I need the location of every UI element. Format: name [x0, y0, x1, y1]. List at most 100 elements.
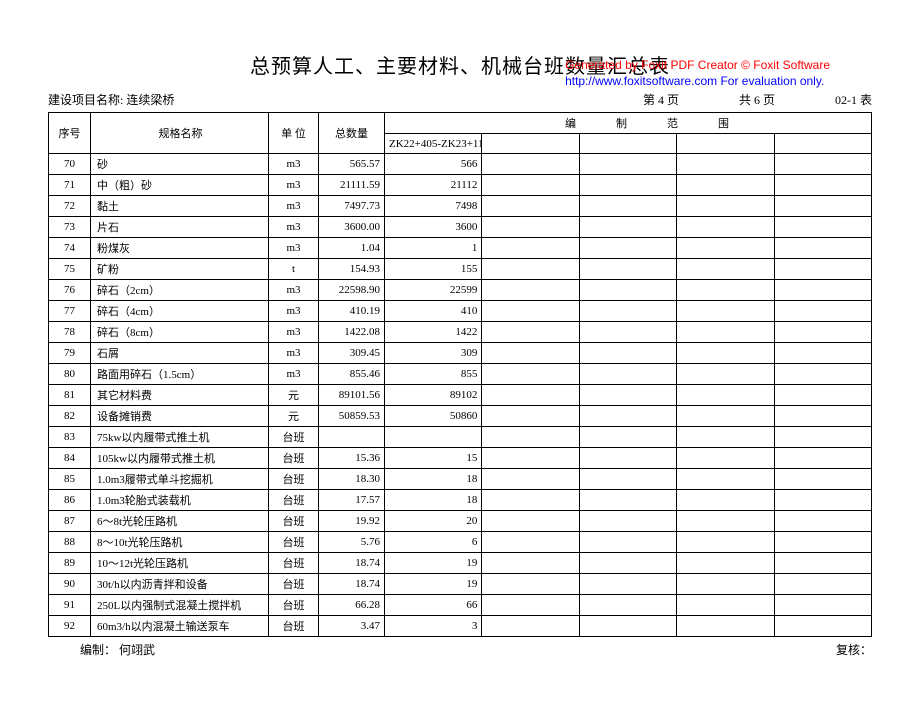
cell-total: [319, 427, 385, 448]
cell-name: 1.0m3轮胎式装载机: [91, 490, 269, 511]
cell-empty: [774, 574, 871, 595]
cell-total: 18.30: [319, 469, 385, 490]
cell-empty: [677, 280, 774, 301]
cell-seq: 79: [49, 343, 91, 364]
col-scope-header: ZK22+405-ZK23+115: [385, 134, 482, 154]
table-row: 81其它材料费元89101.5689102: [49, 385, 872, 406]
table-row: 876～8t光轮压路机台班19.9220: [49, 511, 872, 532]
col-empty-3: [677, 134, 774, 154]
scope-char-3: 范: [667, 115, 678, 131]
cell-unit: m3: [269, 343, 319, 364]
cell-name: 设备摊销费: [91, 406, 269, 427]
cell-empty: [774, 490, 871, 511]
cell-total: 855.46: [319, 364, 385, 385]
cell-scope: 50860: [385, 406, 482, 427]
cell-empty: [482, 406, 579, 427]
cell-empty: [579, 616, 676, 637]
cell-empty: [482, 616, 579, 637]
cell-empty: [677, 217, 774, 238]
cell-empty: [482, 364, 579, 385]
cell-empty: [677, 238, 774, 259]
cell-empty: [677, 175, 774, 196]
cell-total: 154.93: [319, 259, 385, 280]
cell-empty: [482, 490, 579, 511]
cell-empty: [677, 385, 774, 406]
table-row: 861.0m3轮胎式装载机台班17.5718: [49, 490, 872, 511]
cell-empty: [677, 322, 774, 343]
cell-scope: [385, 427, 482, 448]
cell-seq: 77: [49, 301, 91, 322]
table-row: 80路面用碎石（1.5cm）m3855.46855: [49, 364, 872, 385]
cell-seq: 80: [49, 364, 91, 385]
cell-unit: 台班: [269, 595, 319, 616]
cell-scope: 3: [385, 616, 482, 637]
page-total: 共 6 页: [739, 91, 775, 108]
cell-unit: m3: [269, 322, 319, 343]
cell-seq: 83: [49, 427, 91, 448]
watermark-line1: Generated by Foxit PDF Creator © Foxit S…: [565, 58, 830, 74]
cell-empty: [774, 616, 871, 637]
cell-scope: 21112: [385, 175, 482, 196]
cell-name: 30t/h以内沥青拌和设备: [91, 574, 269, 595]
cell-empty: [774, 385, 871, 406]
reviewer-info: 复核：: [836, 641, 872, 658]
cell-seq: 75: [49, 259, 91, 280]
cell-empty: [677, 532, 774, 553]
cell-empty: [579, 343, 676, 364]
cell-empty: [677, 196, 774, 217]
cell-empty: [579, 490, 676, 511]
col-empty-1: [482, 134, 579, 154]
col-unit-header: 单 位: [269, 113, 319, 154]
scope-header-row: 序号 规格名称 单 位 总数量 编 制 范 围: [49, 113, 872, 134]
cell-scope: 566: [385, 154, 482, 175]
cell-unit: 台班: [269, 511, 319, 532]
cell-seq: 92: [49, 616, 91, 637]
scope-char-1: 编: [565, 115, 576, 131]
cell-empty: [579, 238, 676, 259]
cell-empty: [482, 385, 579, 406]
summary-table: 序号 规格名称 单 位 总数量 编 制 范 围 ZK22+405-ZK23+11…: [48, 112, 872, 637]
cell-seq: 72: [49, 196, 91, 217]
cell-scope: 309: [385, 343, 482, 364]
cell-empty: [677, 616, 774, 637]
cell-empty: [774, 259, 871, 280]
cell-empty: [579, 574, 676, 595]
cell-empty: [482, 280, 579, 301]
col-empty-2: [579, 134, 676, 154]
project-info: 建设项目名称: 连续梁桥: [48, 91, 643, 108]
cell-total: 18.74: [319, 574, 385, 595]
cell-name: 黏土: [91, 196, 269, 217]
cell-empty: [677, 406, 774, 427]
cell-unit: m3: [269, 196, 319, 217]
cell-empty: [774, 406, 871, 427]
project-name: 连续梁桥: [126, 93, 174, 107]
cell-unit: 台班: [269, 448, 319, 469]
cell-seq: 87: [49, 511, 91, 532]
cell-unit: 台班: [269, 469, 319, 490]
cell-empty: [774, 532, 871, 553]
cell-scope: 155: [385, 259, 482, 280]
cell-unit: 台班: [269, 490, 319, 511]
cell-empty: [774, 322, 871, 343]
cell-unit: m3: [269, 280, 319, 301]
cell-total: 50859.53: [319, 406, 385, 427]
cell-empty: [482, 217, 579, 238]
cell-name: 粉煤灰: [91, 238, 269, 259]
cell-empty: [774, 343, 871, 364]
watermark-line2: http://www.foxitsoftware.com For evaluat…: [565, 74, 830, 90]
table-number: 02-1 表: [835, 91, 872, 108]
cell-total: 565.57: [319, 154, 385, 175]
cell-seq: 91: [49, 595, 91, 616]
cell-empty: [482, 301, 579, 322]
cell-empty: [579, 364, 676, 385]
cell-empty: [774, 196, 871, 217]
col-empty-4: [774, 134, 871, 154]
table-row: 84105kw以内履带式推土机台班15.3615: [49, 448, 872, 469]
cell-unit: t: [269, 259, 319, 280]
cell-scope: 18: [385, 490, 482, 511]
cell-empty: [774, 448, 871, 469]
reviewer-label: 复核：: [836, 643, 872, 657]
cell-empty: [677, 343, 774, 364]
cell-empty: [774, 511, 871, 532]
cell-seq: 76: [49, 280, 91, 301]
